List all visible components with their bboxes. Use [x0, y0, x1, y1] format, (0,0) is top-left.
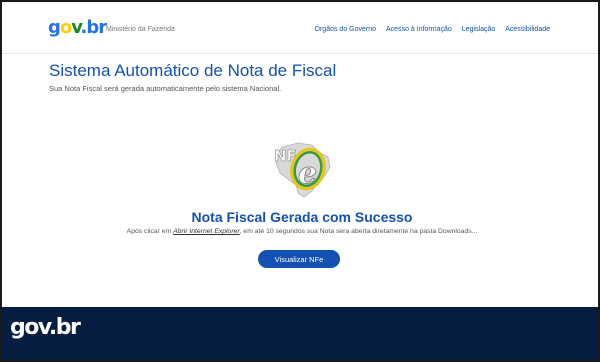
ministry-label: Ministério da Fazenda	[106, 26, 175, 33]
desc-text: Após clicar em	[126, 228, 174, 235]
logo-letter: g	[48, 17, 61, 38]
logo-letter: o	[59, 17, 72, 38]
svg-text:e: e	[298, 156, 317, 191]
logo-letter: b	[86, 17, 99, 38]
nfe-logo-icon: NF e	[268, 139, 334, 201]
logo-letter: v	[71, 17, 81, 38]
footer-govbr-logo[interactable]: gov.br	[10, 315, 81, 340]
govbr-logo[interactable]: gov.br	[48, 17, 107, 39]
page-subtitle: Sua Nota Fiscal será gerada automaticame…	[49, 84, 282, 93]
nav-legislacao[interactable]: Legislação	[462, 26, 495, 33]
view-nfe-button[interactable]: Visualizar NFe	[258, 250, 340, 268]
page-title: Sistema Automático de Nota de Fiscal	[49, 61, 337, 80]
nav-acessibilidade[interactable]: Acessibilidade	[505, 26, 550, 33]
nav-acesso-a-informacao[interactable]: Acesso à Informação	[386, 26, 452, 33]
success-description: Após clicar em Abrir Internet Explorer, …	[2, 228, 598, 235]
site-footer: gov.br	[2, 307, 598, 360]
site-header: gov.br Ministério da Fazenda Órgãos do G…	[2, 2, 598, 54]
nav-orgaos-do-governo[interactable]: Órgãos do Governo	[315, 26, 376, 33]
open-ie-link[interactable]: Abrir Internet Explorer	[173, 228, 240, 235]
top-navigation: Órgãos do Governo Acesso à Informação Le…	[315, 26, 550, 33]
browser-frame: gov.br Ministério da Fazenda Órgãos do G…	[0, 0, 600, 362]
desc-text: , em até 10 segundos sua Nota sera abert…	[239, 228, 478, 235]
svg-text:NF: NF	[274, 147, 297, 165]
logo-letter: r	[98, 17, 107, 38]
success-title: Nota Fiscal Gerada com Sucesso	[191, 209, 413, 225]
